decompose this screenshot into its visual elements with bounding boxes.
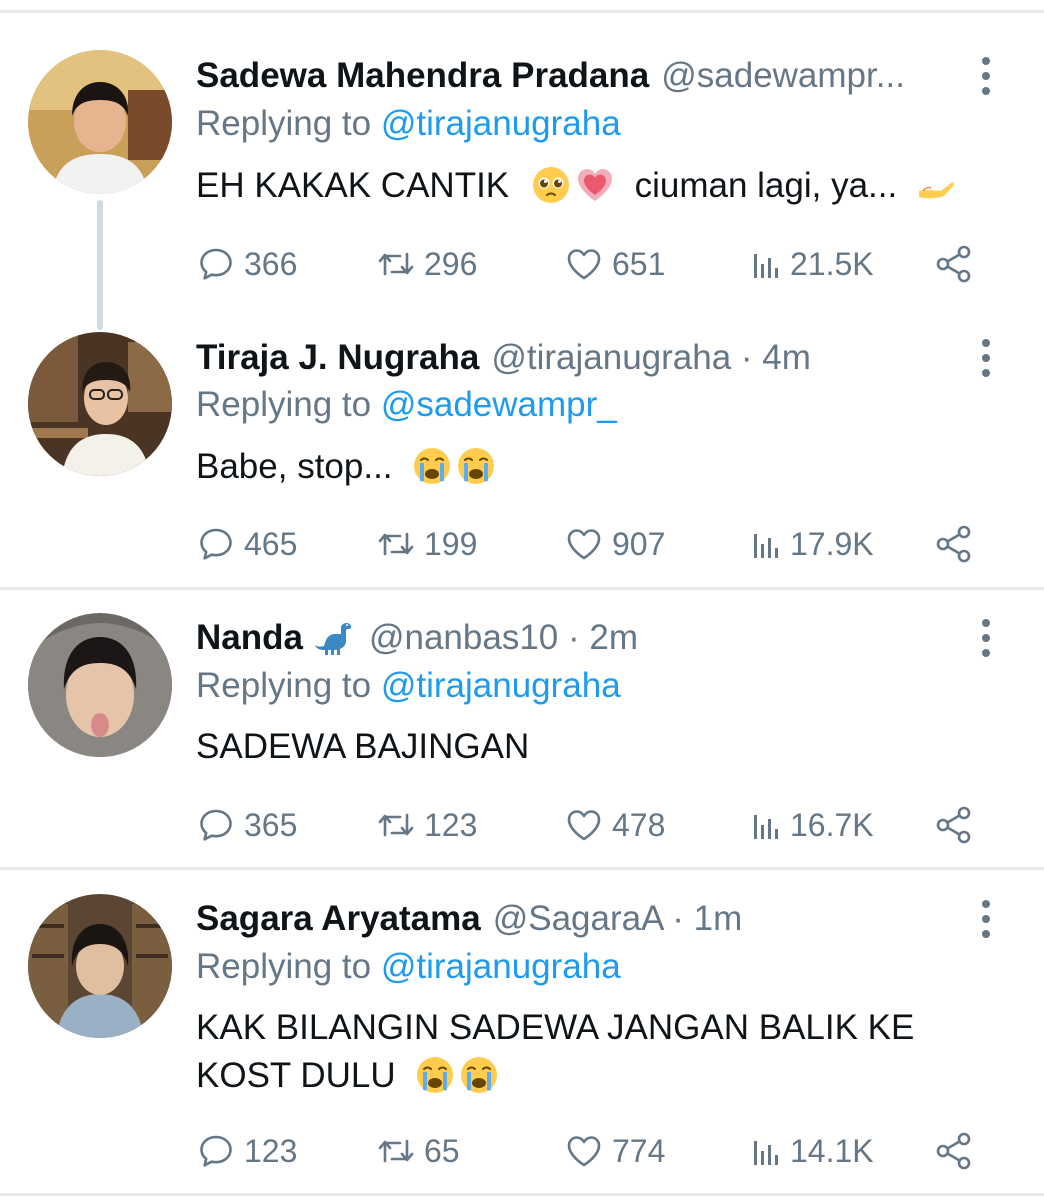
tweet-text-line-2: KOST DULU	[196, 1052, 974, 1100]
retweet-count: 65	[424, 1132, 460, 1169]
tweet-text-line: KAK BILANGIN SADEWA JANGAN BALIK KE	[196, 1008, 915, 1047]
avatar[interactable]	[28, 894, 172, 1038]
loudly-crying-face-emoji	[415, 1055, 455, 1095]
divider	[0, 1193, 1044, 1196]
user-handle[interactable]: @SagaraA · 1m	[493, 897, 743, 941]
retweet-button[interactable]: 65	[376, 1129, 460, 1173]
like-count: 774	[612, 1132, 666, 1169]
display-name[interactable]: Sagara Aryatama	[196, 897, 481, 941]
tweet-text-part: KOST DULU	[196, 1056, 396, 1095]
reply-button[interactable]: 123	[196, 1129, 297, 1173]
tweet-actions: 123 65 774 14.1K	[196, 1129, 986, 1173]
loudly-crying-face-emoji	[459, 1055, 499, 1095]
views-button[interactable]: 14.1K	[748, 1129, 874, 1173]
mention-link[interactable]: @tirajanugraha	[381, 947, 621, 986]
more-vertical-icon[interactable]	[976, 897, 996, 941]
replying-prefix: Replying to	[196, 947, 372, 986]
retweet-icon	[376, 1131, 416, 1171]
share-button[interactable]	[934, 1129, 974, 1173]
heart-icon	[564, 1131, 604, 1171]
like-button[interactable]: 774	[564, 1129, 665, 1173]
reply-count: 123	[244, 1132, 298, 1169]
speech-bubble-icon	[196, 1131, 236, 1171]
analytics-bars-icon	[748, 1131, 788, 1171]
view-count: 14.1K	[790, 1132, 874, 1169]
share-icon	[934, 1131, 974, 1171]
replying-to: Replying to @tirajanugraha	[196, 945, 621, 989]
tweet[interactable]: Sagara Aryatama @SagaraA · 1m Replying t…	[0, 0, 1044, 1200]
tweet-text: KAK BILANGIN SADEWA JANGAN BALIK KE KOST…	[196, 1004, 974, 1100]
